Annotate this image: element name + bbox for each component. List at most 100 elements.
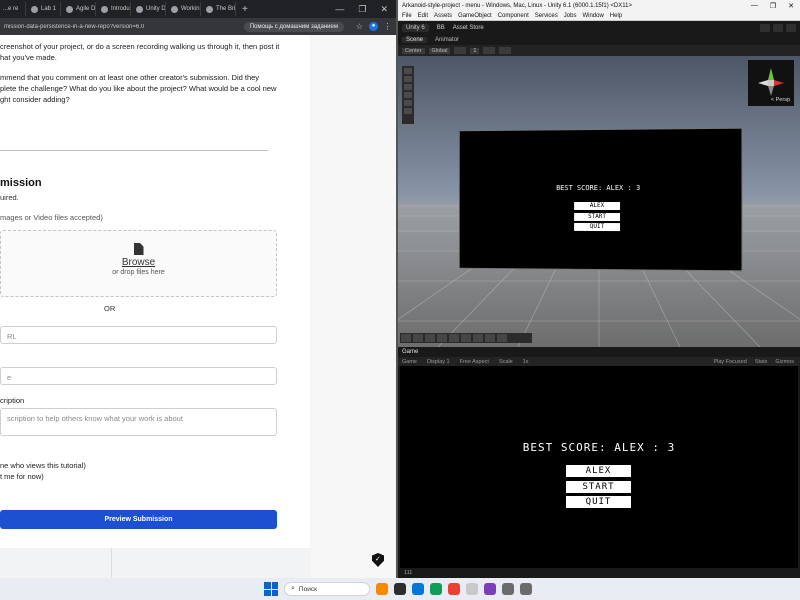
overlay-icon[interactable] xyxy=(401,334,411,342)
pivot-dropdown[interactable]: Center xyxy=(402,47,425,54)
overlay-icon[interactable] xyxy=(461,334,471,342)
menu-icon[interactable]: ⋮ xyxy=(383,22,392,31)
close-button[interactable]: ✕ xyxy=(788,2,794,10)
minimize-button[interactable]: — xyxy=(751,2,758,10)
taskbar-app-icon[interactable] xyxy=(448,583,460,595)
pause-icon[interactable] xyxy=(773,24,783,32)
game-view[interactable]: BEST SCORE: ALEX : 3 ALEX START QUIT xyxy=(400,366,798,568)
overlay-icon[interactable] xyxy=(413,334,423,342)
browser-tab[interactable]: Workin xyxy=(168,2,201,16)
browser-tab[interactable]: Agile D xyxy=(63,2,96,16)
star-icon[interactable]: ☆ xyxy=(355,22,364,31)
taskbar-app-icon[interactable] xyxy=(502,583,514,595)
transform-tool-icon[interactable] xyxy=(404,108,412,114)
menu-assets[interactable]: Assets xyxy=(434,13,452,19)
name-input[interactable]: ALEX xyxy=(566,465,631,477)
taskbar-app-icon[interactable] xyxy=(376,583,388,595)
tab-game[interactable]: Game xyxy=(402,349,418,355)
menu-help[interactable]: Help xyxy=(610,13,622,19)
maximize-button[interactable]: ❐ xyxy=(770,2,776,10)
browser-tab[interactable]: ...e re xyxy=(0,2,26,16)
aspect-dropdown[interactable]: Free Aspect xyxy=(460,359,489,365)
taskbar-app-icon[interactable] xyxy=(394,583,406,595)
minimize-button[interactable]: — xyxy=(335,4,344,15)
maximize-button[interactable]: ❐ xyxy=(358,4,366,15)
taskbar-app-icon[interactable] xyxy=(412,583,424,595)
taskbar-app-icon[interactable] xyxy=(520,583,532,595)
browser-tab[interactable]: Unity D xyxy=(133,2,166,16)
step-icon[interactable] xyxy=(786,24,796,32)
space-dropdown[interactable]: Global xyxy=(428,47,451,54)
browser-tab[interactable]: Lab 1 xyxy=(28,2,61,16)
description-input[interactable]: scription to help others know what your … xyxy=(0,408,277,436)
stats-button[interactable]: Stats xyxy=(755,359,768,365)
url-input[interactable]: RL xyxy=(0,326,277,344)
game-mode-dropdown[interactable]: Game xyxy=(402,359,417,365)
unity-title-bar: Arkanoid-style-project - menu - Windows,… xyxy=(398,0,800,11)
title-input[interactable]: e xyxy=(0,367,277,385)
overlay-icon[interactable] xyxy=(473,334,483,342)
visibility-option[interactable]: ne who views this tutorial) xyxy=(0,461,86,470)
perspective-label[interactable]: < Persp xyxy=(771,97,790,103)
play-focused-dropdown[interactable]: Play Focused xyxy=(713,359,746,365)
hand-tool-icon[interactable] xyxy=(404,68,412,74)
windows-start-icon[interactable] xyxy=(264,582,278,596)
menu-services[interactable]: Services xyxy=(535,13,558,19)
visibility-option[interactable]: t me for now) xyxy=(0,472,44,481)
rect-tool-icon[interactable] xyxy=(404,100,412,106)
help-chip[interactable]: Помощь с домашним заданием xyxy=(243,21,344,32)
overlay-icon[interactable] xyxy=(425,334,435,342)
scene-canvas-preview[interactable]: BEST SCORE: ALEX : 3 ALEX START QUIT xyxy=(458,127,743,272)
search-placeholder: Поиск xyxy=(298,585,317,593)
snap-value[interactable]: 1 xyxy=(470,47,480,54)
search-icon: ⌕ xyxy=(291,585,295,592)
grid-icon[interactable] xyxy=(454,47,467,54)
org-button[interactable]: BB xyxy=(437,25,445,31)
menu-jobs[interactable]: Jobs xyxy=(564,13,577,19)
menu-window[interactable]: Window xyxy=(582,13,603,19)
quit-button[interactable]: QUIT xyxy=(566,496,631,508)
game-toolbar-right: Play Focused Stats Gizmos xyxy=(713,359,800,365)
preview-submission-button[interactable]: Preview Submission xyxy=(0,510,277,529)
files-label: mages or Video files accepted) xyxy=(0,213,103,222)
tab-scene[interactable]: Scene xyxy=(402,37,428,43)
browser-tab[interactable]: Introdu xyxy=(98,2,131,16)
toggle-icon[interactable] xyxy=(499,47,512,54)
move-tool-icon[interactable] xyxy=(404,76,412,82)
account-button[interactable]: Unity 6 xyxy=(402,24,429,32)
menu-file[interactable]: File xyxy=(402,13,412,19)
webpage: creenshot of your project, or do a scree… xyxy=(0,35,396,578)
tab-animator[interactable]: Animator xyxy=(435,37,459,43)
taskbar-app-icon[interactable] xyxy=(484,583,496,595)
browser-tab[interactable]: The Bri xyxy=(203,2,236,16)
menu-component[interactable]: Component xyxy=(498,13,529,19)
browse-link[interactable]: Browse xyxy=(1,257,276,268)
tab-label: The Bri xyxy=(216,6,236,12)
asset-store-button[interactable]: Asset Store xyxy=(453,25,484,31)
url-field[interactable]: mission-data-persistence-in-a-new-repo?v… xyxy=(4,24,244,30)
file-dropzone[interactable]: Browse or drop files here xyxy=(0,230,277,297)
play-icon[interactable] xyxy=(760,24,770,32)
overlay-icon[interactable] xyxy=(485,334,495,342)
new-tab-button[interactable]: + xyxy=(242,4,248,15)
overlay-icon[interactable] xyxy=(437,334,447,342)
windows-taskbar: ⌕ Поиск xyxy=(0,578,800,600)
overlay-icon[interactable] xyxy=(497,334,507,342)
taskbar-app-icon[interactable] xyxy=(466,583,478,595)
taskbar-app-icon[interactable] xyxy=(430,583,442,595)
gizmos-button[interactable]: Gizmos xyxy=(775,359,794,365)
menu-gameobject[interactable]: GameObject xyxy=(458,13,492,19)
close-button[interactable]: ✕ xyxy=(380,4,388,15)
profile-icon[interactable]: ● xyxy=(369,22,378,31)
scale-tool-icon[interactable] xyxy=(404,92,412,98)
rotate-tool-icon[interactable] xyxy=(404,84,412,90)
scene-view[interactable]: < Persp BEST SCORE: ALEX : 3 ALEX START … xyxy=(398,56,800,347)
taskbar-search[interactable]: ⌕ Поиск xyxy=(284,582,370,596)
overlay-icon[interactable] xyxy=(449,334,459,342)
unity-favicon-icon xyxy=(31,5,38,13)
menu-edit[interactable]: Edit xyxy=(418,13,428,19)
display-dropdown[interactable]: Display 1 xyxy=(427,359,450,365)
scene-tab-bar: Scene Animator xyxy=(398,35,800,45)
start-button[interactable]: START xyxy=(566,481,631,493)
toggle-icon[interactable] xyxy=(483,47,496,54)
